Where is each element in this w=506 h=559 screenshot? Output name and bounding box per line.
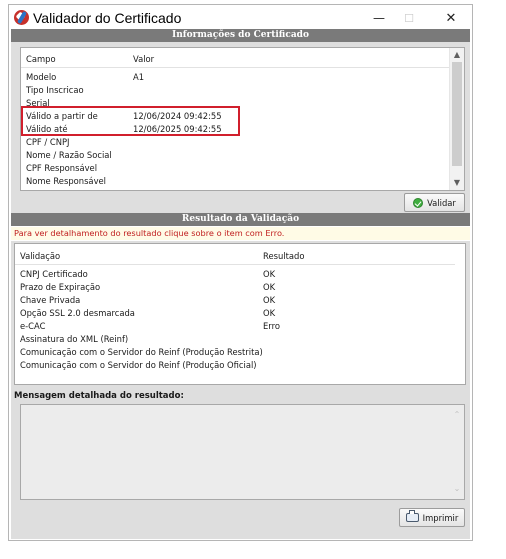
error-detail-hint: Para ver detalhamento do resultado cliqu… (11, 227, 470, 240)
field-name: Tipo Inscricao (26, 85, 84, 95)
print-button-label: Imprimir (422, 512, 459, 523)
validation-name: e-CAC (20, 321, 46, 331)
window-title: Validador do Certificado (33, 10, 182, 26)
validation-name: Chave Privada (20, 295, 81, 305)
column-header-campo[interactable]: Campo (26, 53, 56, 66)
result-list-header: Validação Resultado (15, 250, 455, 263)
scroll-down-icon[interactable]: ▼ (450, 177, 464, 189)
field-name: Nome Responsável (26, 176, 106, 186)
certificate-info-header: Informações do Certificado (11, 29, 470, 42)
validation-result-panel: Validação Resultado CNPJ Certificado OK … (11, 241, 470, 539)
validation-name: Assinatura do XML (Reinf) (20, 334, 129, 344)
field-value: A1 (133, 72, 145, 82)
validation-result-list[interactable]: Validação Resultado CNPJ Certificado OK … (14, 243, 466, 385)
cert-list-scrollbar[interactable]: ▲ ▼ (449, 48, 464, 190)
detailed-message-box[interactable]: ⌃ ⌄ (20, 404, 465, 500)
close-button[interactable]: ✕ (431, 5, 471, 31)
maximize-button[interactable]: ☐ (389, 5, 429, 31)
header-divider (21, 67, 449, 68)
scroll-down-icon[interactable]: ⌄ (450, 483, 464, 495)
validation-result: OK (263, 269, 276, 279)
header-divider (15, 264, 455, 265)
validity-highlight-box (21, 106, 240, 136)
validate-button-label: Validar (427, 197, 456, 208)
check-circle-icon (413, 197, 424, 208)
certificate-app-icon (14, 10, 29, 25)
scroll-up-icon[interactable]: ⌃ (450, 409, 464, 421)
field-name: CPF Responsável (26, 163, 98, 173)
validation-result: OK (263, 295, 276, 305)
scroll-up-icon[interactable]: ▲ (450, 49, 464, 61)
field-name: Nome / Razão Social (26, 150, 112, 160)
field-name: Modelo (26, 72, 57, 82)
validation-name: Comunicação com o Servidor do Reinf (Pro… (20, 360, 257, 370)
column-header-valor[interactable]: Valor (133, 53, 154, 66)
validation-result: OK (263, 282, 276, 292)
print-button[interactable]: Imprimir (399, 508, 465, 527)
validate-button[interactable]: Validar (404, 193, 465, 212)
validation-result: OK (263, 308, 276, 318)
validation-result: Erro (263, 321, 280, 331)
title-bar[interactable]: Validador do Certificado — ☐ ✕ (9, 5, 472, 31)
cert-list-header: Campo Valor (21, 53, 449, 66)
validation-name: Opção SSL 2.0 desmarcada (20, 308, 135, 318)
scroll-thumb[interactable] (452, 62, 462, 166)
detailed-message-label: Mensagem detalhada do resultado: (14, 391, 184, 401)
message-scrollbar[interactable]: ⌃ ⌄ (450, 405, 464, 499)
validation-name: Prazo de Expiração (20, 282, 101, 292)
certificate-info-panel: Campo Valor Modelo A1 Tipo Inscricao Ser… (11, 42, 470, 213)
certificate-validator-window: Validador do Certificado — ☐ ✕ Informaçõ… (8, 4, 473, 541)
printer-icon (405, 510, 419, 522)
column-header-validacao[interactable]: Validação (20, 250, 60, 263)
field-name: CPF / CNPJ (26, 137, 70, 147)
column-header-resultado[interactable]: Resultado (263, 250, 304, 263)
validation-name: Comunicação com o Servidor do Reinf (Pro… (20, 347, 263, 357)
validation-result-header: Resultado da Validação (11, 213, 470, 226)
validation-name: CNPJ Certificado (20, 269, 88, 279)
